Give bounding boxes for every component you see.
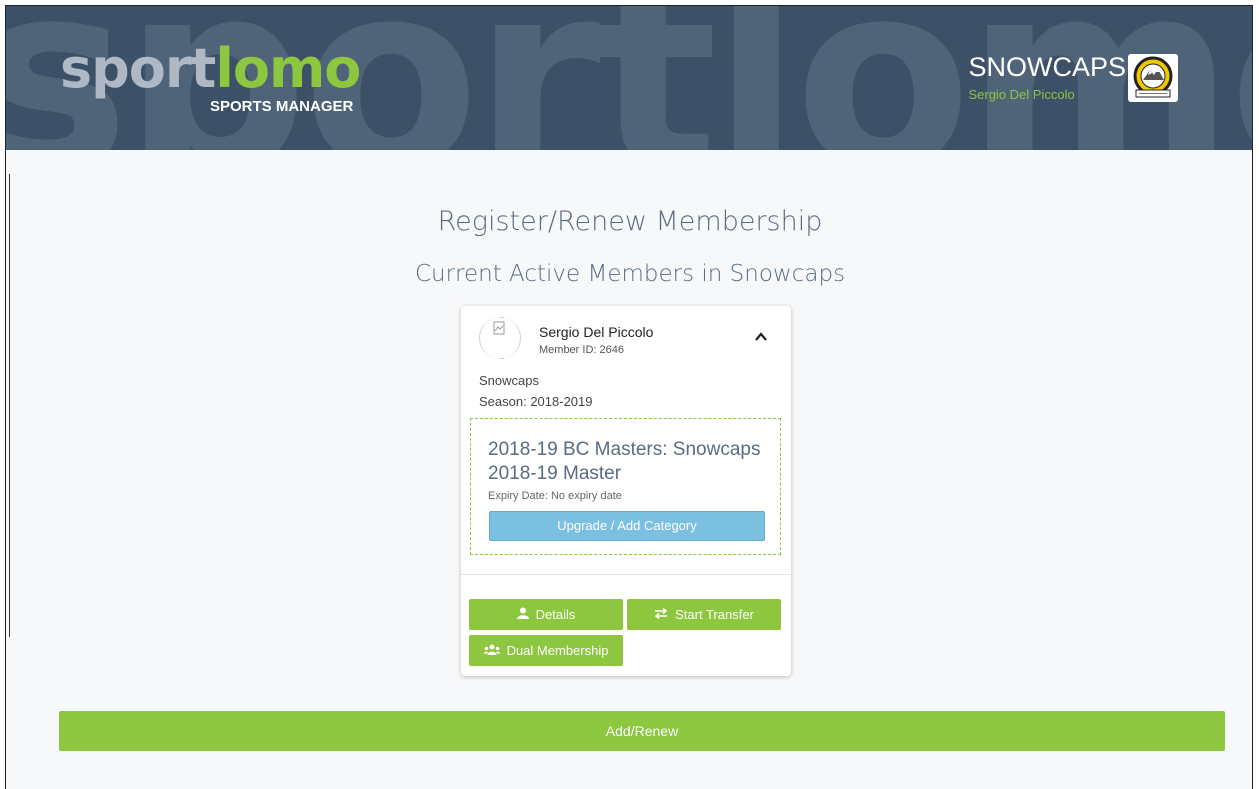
club-name: SNOWCAPS <box>968 52 1126 82</box>
membership-category: 2018-19 Master <box>488 463 622 484</box>
exchange-icon <box>654 600 668 630</box>
logo-wordmark: sportlomo <box>60 42 361 96</box>
user-icon <box>516 600 529 630</box>
page-subtitle: Current Active Members in Snowcaps <box>414 261 846 287</box>
broken-image-icon <box>493 317 505 359</box>
start-transfer-label: Start Transfer <box>675 607 754 622</box>
add-renew-button[interactable]: Add/Renew <box>59 711 1225 751</box>
logo-sport-text: sport <box>60 37 216 100</box>
users-icon <box>483 636 500 666</box>
logo-subtitle: SPORTS MANAGER <box>210 98 354 115</box>
card-divider <box>461 574 791 575</box>
dual-membership-button[interactable]: Dual Membership <box>469 635 623 666</box>
member-season: Season: 2018-2019 <box>479 394 593 409</box>
collapse-chevron-up-icon[interactable] <box>755 328 767 344</box>
dual-membership-label: Dual Membership <box>506 643 609 658</box>
chevron-up-icon <box>755 332 767 341</box>
sportlomo-logo[interactable]: sportlomo SPORTS MANAGER <box>60 42 361 116</box>
membership-details-box: 2018-19 BC Masters: Snowcaps 2018-19 Mas… <box>470 418 781 555</box>
page-title: Register/Renew Membership <box>437 206 823 237</box>
membership-name: 2018-19 BC Masters: Snowcaps <box>488 439 761 460</box>
club-info: SNOWCAPS Sergio Del Piccolo <box>968 52 1126 103</box>
logged-in-user[interactable]: Sergio Del Piccolo <box>968 87 1126 102</box>
member-name: Sergio Del Piccolo <box>539 324 654 340</box>
membership-expiry: Expiry Date: No expiry date <box>488 490 622 502</box>
snowcaps-emblem-icon <box>1133 56 1173 98</box>
member-card: Sergio Del Piccolo Member ID: 2646 Snowc… <box>461 306 791 676</box>
start-transfer-button[interactable]: Start Transfer <box>627 599 781 630</box>
member-id: Member ID: 2646 <box>539 344 624 356</box>
details-label: Details <box>535 607 576 622</box>
logo-lomo-text: lomo <box>215 37 361 100</box>
avatar <box>479 317 521 359</box>
left-edge-divider <box>6 174 10 637</box>
club-logo <box>1128 54 1178 102</box>
app-frame: sportlomo sportlomo SPORTS MANAGER SNOWC… <box>5 5 1253 789</box>
member-club: Snowcaps <box>479 373 539 388</box>
details-button[interactable]: Details <box>469 599 623 630</box>
header-banner: sportlomo sportlomo SPORTS MANAGER SNOWC… <box>6 6 1252 150</box>
upgrade-add-category-button[interactable]: Upgrade / Add Category <box>489 511 765 541</box>
